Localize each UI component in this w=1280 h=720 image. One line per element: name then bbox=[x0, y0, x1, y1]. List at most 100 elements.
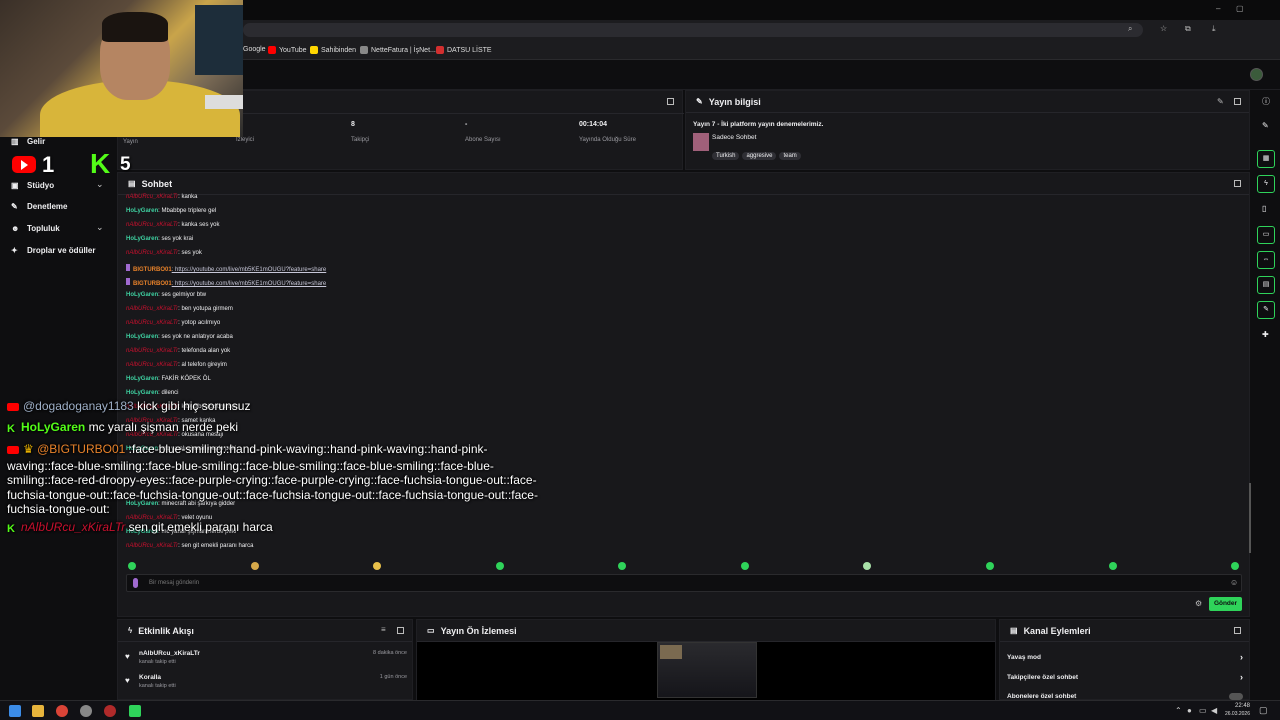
tag: aggresive bbox=[742, 152, 777, 160]
zoom-icon[interactable]: ⌕ bbox=[1128, 24, 1132, 34]
rail-button-dashboard[interactable]: ▦ bbox=[1257, 150, 1275, 168]
webcam-overlay bbox=[0, 0, 243, 137]
send-button[interactable]: Gönder bbox=[1209, 597, 1242, 611]
popout-icon[interactable] bbox=[397, 627, 404, 634]
bookmark-google[interactable]: Google bbox=[243, 46, 266, 53]
emote-icon[interactable] bbox=[618, 562, 626, 570]
stat-value-subs: - bbox=[465, 121, 468, 128]
wrench-icon: ✎ bbox=[696, 97, 703, 106]
folder-icon bbox=[360, 46, 368, 54]
popout-icon[interactable] bbox=[1234, 98, 1241, 105]
emote-icon[interactable] bbox=[128, 562, 136, 570]
settings-icon[interactable]: ⚙ bbox=[1195, 599, 1202, 608]
heart-icon: ♥ bbox=[125, 652, 130, 661]
toggle-switch[interactable] bbox=[1229, 693, 1243, 700]
mic-icon[interactable]: ● bbox=[1187, 706, 1192, 715]
rail-button-actions[interactable]: ▤ bbox=[1257, 276, 1275, 294]
sidebar-item-topluluk[interactable]: ☻ Topluluk bbox=[11, 224, 60, 233]
user-avatar[interactable] bbox=[1250, 68, 1263, 81]
file-explorer-icon[interactable] bbox=[32, 705, 44, 717]
popout-icon[interactable] bbox=[667, 98, 674, 105]
wrench-icon: ✎ bbox=[1263, 306, 1269, 313]
lightning-icon: ϟ bbox=[1264, 180, 1268, 187]
preview-header: ▭ Yayın Ön İzlemesi bbox=[417, 620, 995, 642]
minimize-icon[interactable]: – bbox=[1216, 4, 1220, 13]
bookmark-sahibinden[interactable]: Sahibinden bbox=[310, 46, 356, 54]
filter-icon[interactable]: ≡ bbox=[381, 625, 386, 634]
chat-message: HoLyGaren: Mbabbpe triplere gel bbox=[126, 208, 217, 214]
crown-icon: ♛ bbox=[23, 442, 34, 456]
chat-message: nAlbURcu_xKiraLTr: kanka bbox=[126, 194, 198, 200]
emoji-icon[interactable]: ☺ bbox=[1230, 578, 1238, 587]
bookmark-nettefatura[interactable]: NetteFatura | İşNet... bbox=[360, 46, 436, 54]
rail-button-lightning[interactable]: ϟ bbox=[1257, 175, 1275, 193]
pencil-icon[interactable]: ✎ bbox=[1262, 121, 1269, 130]
download-icon[interactable]: ⤓ bbox=[1212, 24, 1216, 34]
add-widget-icon[interactable]: ✚ bbox=[1262, 330, 1269, 339]
chevron-down-icon[interactable]: ⌄ bbox=[96, 179, 104, 190]
stat-label-yayin: Yayın bbox=[123, 139, 138, 145]
emote-icon[interactable] bbox=[1109, 562, 1117, 570]
chat-message: HoLyGaren: ses yok ne anlatıyor acaba bbox=[126, 334, 233, 340]
popout-icon[interactable] bbox=[1234, 627, 1241, 634]
emote-icon[interactable] bbox=[741, 562, 749, 570]
chat-message: BIGTURBO01: https://youtube.com/live/mb5… bbox=[126, 278, 326, 287]
kick-logo-icon: K bbox=[7, 422, 15, 435]
rail-button-split[interactable]: ⇔ bbox=[1257, 251, 1275, 269]
edit-icon[interactable]: ✎ bbox=[1217, 97, 1224, 106]
stat-label-viewers: İzleyici bbox=[236, 137, 255, 143]
emote-icon[interactable] bbox=[1231, 562, 1239, 570]
chat-message: nAlbURcu_xKiraLTr: ses yok bbox=[126, 250, 202, 256]
star-icon[interactable]: ☆ bbox=[1160, 24, 1167, 33]
chat-input[interactable]: Bir mesaj gönderin ☺ bbox=[126, 574, 1242, 592]
extensions-icon[interactable]: ⧉ bbox=[1185, 24, 1191, 34]
emote-icon[interactable] bbox=[496, 562, 504, 570]
chat-message: HoLyGaren: ses yok krai bbox=[126, 236, 194, 242]
emote-icon[interactable] bbox=[986, 562, 994, 570]
address-bar[interactable] bbox=[243, 23, 1143, 37]
chevron-down-icon[interactable]: ⌄ bbox=[96, 222, 104, 233]
windows-start-icon[interactable] bbox=[9, 705, 21, 717]
heart-icon: ♥ bbox=[125, 676, 130, 685]
chat-header: ▤ Sohbet bbox=[118, 173, 1249, 195]
mic-badge-icon bbox=[126, 264, 130, 271]
sidebar-item-studyo[interactable]: ▣ Stüdyo bbox=[11, 181, 54, 190]
info-icon[interactable]: ⓘ bbox=[1262, 96, 1270, 107]
rail-button-chat[interactable]: ▭ bbox=[1257, 226, 1275, 244]
bank-icon: ▥ bbox=[11, 136, 19, 146]
emote-icon[interactable] bbox=[863, 562, 871, 570]
maximize-icon[interactable]: ▢ bbox=[1236, 4, 1244, 13]
kick-app-icon[interactable] bbox=[129, 705, 141, 717]
mic-badge-icon bbox=[126, 278, 130, 285]
tag: team bbox=[779, 152, 801, 160]
activity-header: ϟ Etkinlik Akışı bbox=[118, 620, 412, 642]
notification-icon[interactable]: ▢ bbox=[1259, 705, 1268, 716]
chrome-icon[interactable] bbox=[56, 705, 68, 717]
rail-button-wrench[interactable]: ✎ bbox=[1257, 301, 1275, 319]
chat-placeholder: Bir mesaj gönderin bbox=[149, 580, 200, 586]
popout-icon[interactable] bbox=[1234, 180, 1241, 187]
activity-item: ♥ nAlbURcu_xKiraLTr kanalı takip etti 8 … bbox=[125, 650, 407, 665]
volume-icon[interactable]: ◀ bbox=[1211, 706, 1217, 715]
taskbar: ⌃ ● ▭ ◀ 22:48 26.03.2026 ▢ bbox=[0, 700, 1280, 720]
action-slow-mode[interactable]: Yavaş mod › bbox=[1007, 652, 1245, 666]
sidebar-item-droplar[interactable]: ✦ Droplar ve ödüller bbox=[11, 246, 95, 255]
chat-message: nAlbURcu_xKiraLTr: ben yotupa girmem bbox=[126, 306, 233, 312]
tray-chevron-icon[interactable]: ⌃ bbox=[1175, 706, 1182, 715]
preview-thumbnail[interactable] bbox=[657, 642, 757, 698]
bookmark-datsu[interactable]: DATSU LİSTE bbox=[436, 46, 492, 54]
app-icon[interactable] bbox=[80, 705, 92, 717]
chat-scrollbar[interactable] bbox=[1249, 483, 1251, 553]
sidebar-item-gelir[interactable]: ▥ Gelir bbox=[11, 137, 45, 146]
bookmark-youtube[interactable]: YouTube bbox=[268, 46, 307, 54]
tag: Turkish bbox=[712, 152, 740, 160]
sidebar-item-denetleme[interactable]: ✎ Denetleme bbox=[11, 202, 67, 211]
sidebar: ▥ Gelir ▣ Stüdyo ⌄ ✎ Denetleme ☻ Topluluk ⌄ … bbox=[0, 90, 117, 700]
emote-icon[interactable] bbox=[373, 562, 381, 570]
clock-date: 26.03.2026 bbox=[1224, 711, 1250, 717]
emote-icon[interactable] bbox=[251, 562, 259, 570]
file-icon[interactable]: ▯ bbox=[1262, 204, 1266, 213]
obs-icon[interactable] bbox=[104, 705, 116, 717]
action-followers-only[interactable]: Takipçilere özel sohbet › bbox=[1007, 672, 1245, 686]
network-icon[interactable]: ▭ bbox=[1199, 706, 1207, 715]
